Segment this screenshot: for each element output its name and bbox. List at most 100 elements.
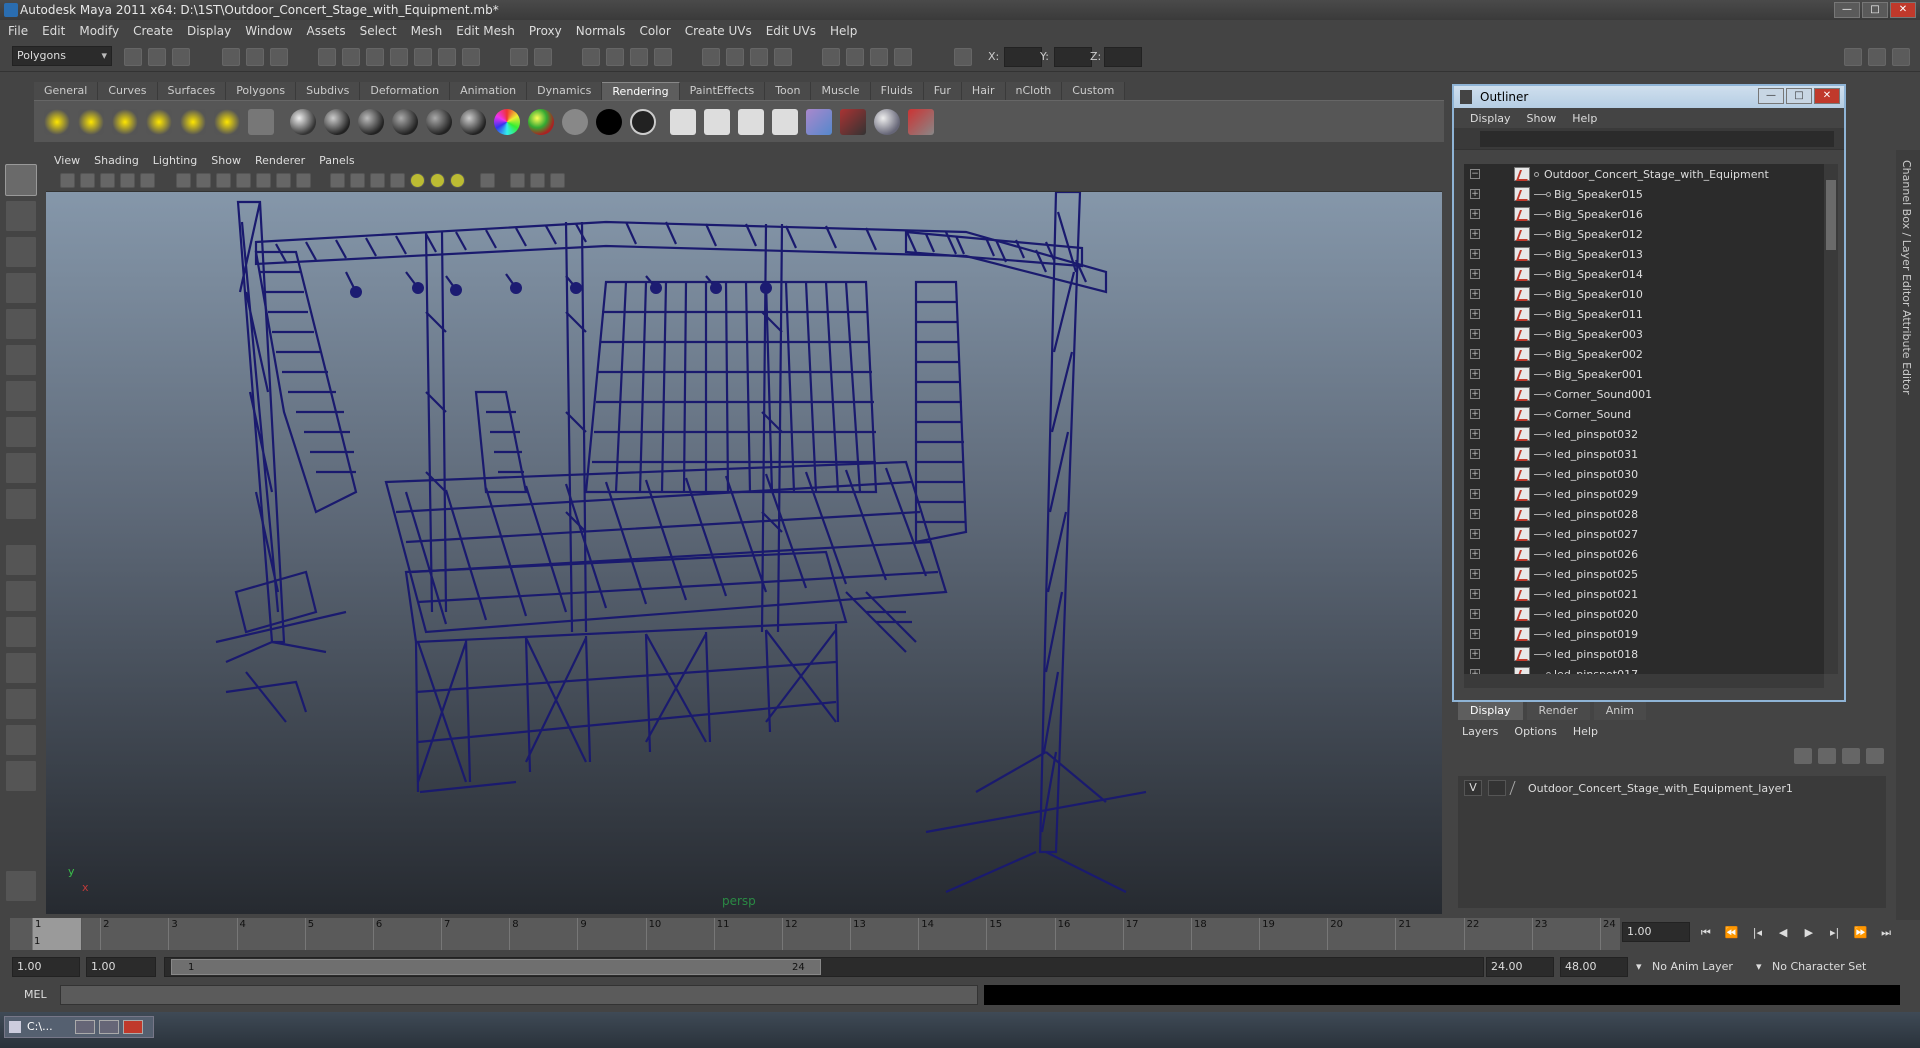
playback-start-field[interactable]: 1.00 <box>86 957 156 977</box>
shelf-tab-toon[interactable]: Toon <box>765 82 812 100</box>
open-scene-icon[interactable] <box>148 48 166 66</box>
absolute-transform-icon[interactable] <box>954 48 972 66</box>
paint-select-tool-icon[interactable] <box>5 236 37 268</box>
hypergraph-icon[interactable] <box>894 48 912 66</box>
use-default-light-icon[interactable] <box>410 173 425 188</box>
go-to-start-icon[interactable]: ⏮ <box>1696 924 1716 942</box>
help-line-icon[interactable] <box>5 870 37 902</box>
camera-icon[interactable] <box>248 109 274 135</box>
area-light-icon[interactable] <box>180 109 206 135</box>
expand-icon[interactable]: + <box>1470 549 1480 559</box>
taskbar-item[interactable]: C:\... <box>4 1016 154 1038</box>
new-layer-selected-icon[interactable] <box>1866 748 1884 764</box>
layer-tab-anim[interactable]: Anim <box>1593 702 1646 720</box>
hypershade-shelf-icon[interactable] <box>806 109 832 135</box>
step-back-frame-icon[interactable]: |◂ <box>1748 924 1768 942</box>
show-attribute-editor-icon[interactable] <box>1868 48 1886 66</box>
expand-icon[interactable]: + <box>1470 369 1480 379</box>
ipr-icon[interactable] <box>704 109 730 135</box>
outliner-vertical-scrollbar[interactable] <box>1824 164 1838 674</box>
volume-light-icon[interactable] <box>214 109 240 135</box>
outliner-item[interactable]: + led_pinspot018 <box>1464 644 1824 664</box>
render-globals-icon[interactable] <box>738 109 764 135</box>
move-layer-down-icon[interactable] <box>1818 748 1836 764</box>
snap-plane-icon[interactable] <box>390 48 408 66</box>
uv-editor-icon[interactable] <box>870 48 888 66</box>
viewport-menu-view[interactable]: View <box>54 154 80 167</box>
task-maximize-icon[interactable] <box>99 1020 119 1034</box>
task-restore-icon[interactable] <box>75 1020 95 1034</box>
shelf-tab-curves[interactable]: Curves <box>98 82 158 100</box>
select-camera-icon[interactable] <box>60 173 75 188</box>
outliner-menu-show[interactable]: Show <box>1527 112 1557 125</box>
surface-shader-icon[interactable] <box>562 109 588 135</box>
menu-file[interactable]: File <box>8 24 28 38</box>
layer-menu-options[interactable]: Options <box>1514 725 1556 738</box>
menu-color[interactable]: Color <box>639 24 670 38</box>
stats-icon[interactable] <box>822 48 840 66</box>
expand-icon[interactable]: + <box>1470 329 1480 339</box>
outliner-menu-help[interactable]: Help <box>1572 112 1597 125</box>
shadows-icon[interactable] <box>450 173 465 188</box>
outliner-scroll-thumb[interactable] <box>1826 180 1836 250</box>
expand-icon[interactable]: + <box>1470 229 1480 239</box>
ambient-light-icon[interactable] <box>44 109 70 135</box>
last-tool-icon[interactable] <box>5 488 37 520</box>
layer-menu-layers[interactable]: Layers <box>1462 725 1498 738</box>
current-frame-field[interactable]: 1.00 <box>1622 922 1690 942</box>
wireframe-on-shaded-icon[interactable] <box>370 173 385 188</box>
persp-graph-outliner-layout-icon[interactable] <box>5 724 37 756</box>
layered-shader-icon[interactable] <box>460 109 486 135</box>
soft-modification-icon[interactable] <box>5 416 37 448</box>
shelf-tab-hair[interactable]: Hair <box>961 82 1006 100</box>
ocean-shader-icon[interactable] <box>630 109 656 135</box>
layer-visibility-toggle[interactable]: V <box>1464 780 1482 796</box>
menu-mesh[interactable]: Mesh <box>411 24 443 38</box>
four-view-layout-icon[interactable] <box>5 580 37 612</box>
minimize-button[interactable]: — <box>1834 2 1860 18</box>
expand-icon[interactable]: + <box>1470 469 1480 479</box>
outliner-title-bar[interactable]: Outliner — □ ✕ <box>1454 86 1844 108</box>
outliner-item[interactable]: + Big_Speaker015 <box>1464 184 1824 204</box>
expand-icon[interactable]: + <box>1470 409 1480 419</box>
playback-end-field[interactable]: 24.00 <box>1486 957 1554 977</box>
expand-icon[interactable]: + <box>1470 449 1480 459</box>
outliner-item[interactable]: + Big_Speaker012 <box>1464 224 1824 244</box>
expand-icon[interactable]: + <box>1470 649 1480 659</box>
command-input[interactable] <box>60 985 978 1005</box>
shelf-tab-painteffects[interactable]: PaintEffects <box>679 82 766 100</box>
z-field[interactable] <box>1104 47 1142 67</box>
outliner-item[interactable]: + Big_Speaker003 <box>1464 324 1824 344</box>
expand-icon[interactable]: + <box>1470 629 1480 639</box>
expand-icon[interactable]: + <box>1470 249 1480 259</box>
outliner-item[interactable]: + Corner_Sound001 <box>1464 384 1824 404</box>
attribute-editor-icon[interactable] <box>726 48 744 66</box>
viewport-menu-panels[interactable]: Panels <box>319 154 354 167</box>
image-plane-icon[interactable] <box>120 173 135 188</box>
select-component-icon[interactable] <box>270 48 288 66</box>
outliner-item[interactable]: + led_pinspot031 <box>1464 444 1824 464</box>
render-current-frame-icon[interactable] <box>670 109 696 135</box>
use-all-lights-icon[interactable] <box>430 173 445 188</box>
phong-material-icon[interactable] <box>392 109 418 135</box>
expand-icon[interactable]: + <box>1470 609 1480 619</box>
play-forwards-icon[interactable]: ▶ <box>1799 924 1819 942</box>
expand-icon[interactable]: + <box>1470 489 1480 499</box>
shelf-tab-general[interactable]: General <box>34 82 99 100</box>
layer-row[interactable]: V Outdoor_Concert_Stage_with_Equipment_l… <box>1464 780 1793 796</box>
menu-proxy[interactable]: Proxy <box>529 24 562 38</box>
outliner-item[interactable]: + Big_Speaker014 <box>1464 264 1824 284</box>
menu-assets[interactable]: Assets <box>307 24 346 38</box>
show-tool-settings-icon[interactable] <box>1892 48 1910 66</box>
show-manipulator-icon[interactable] <box>5 452 37 484</box>
outliner-item[interactable]: + Big_Speaker013 <box>1464 244 1824 264</box>
snap-point-icon[interactable] <box>366 48 384 66</box>
gate-mask-icon[interactable] <box>236 173 251 188</box>
outliner-item[interactable]: + led_pinspot025 <box>1464 564 1824 584</box>
isolate-select-icon[interactable] <box>510 173 525 188</box>
point-light-icon[interactable] <box>112 109 138 135</box>
outliner-item[interactable]: + Big_Speaker011 <box>1464 304 1824 324</box>
persp-graph-layout-icon[interactable] <box>5 652 37 684</box>
texture-sphere-icon[interactable] <box>874 109 900 135</box>
shelf-tab-deformation[interactable]: Deformation <box>360 82 451 100</box>
